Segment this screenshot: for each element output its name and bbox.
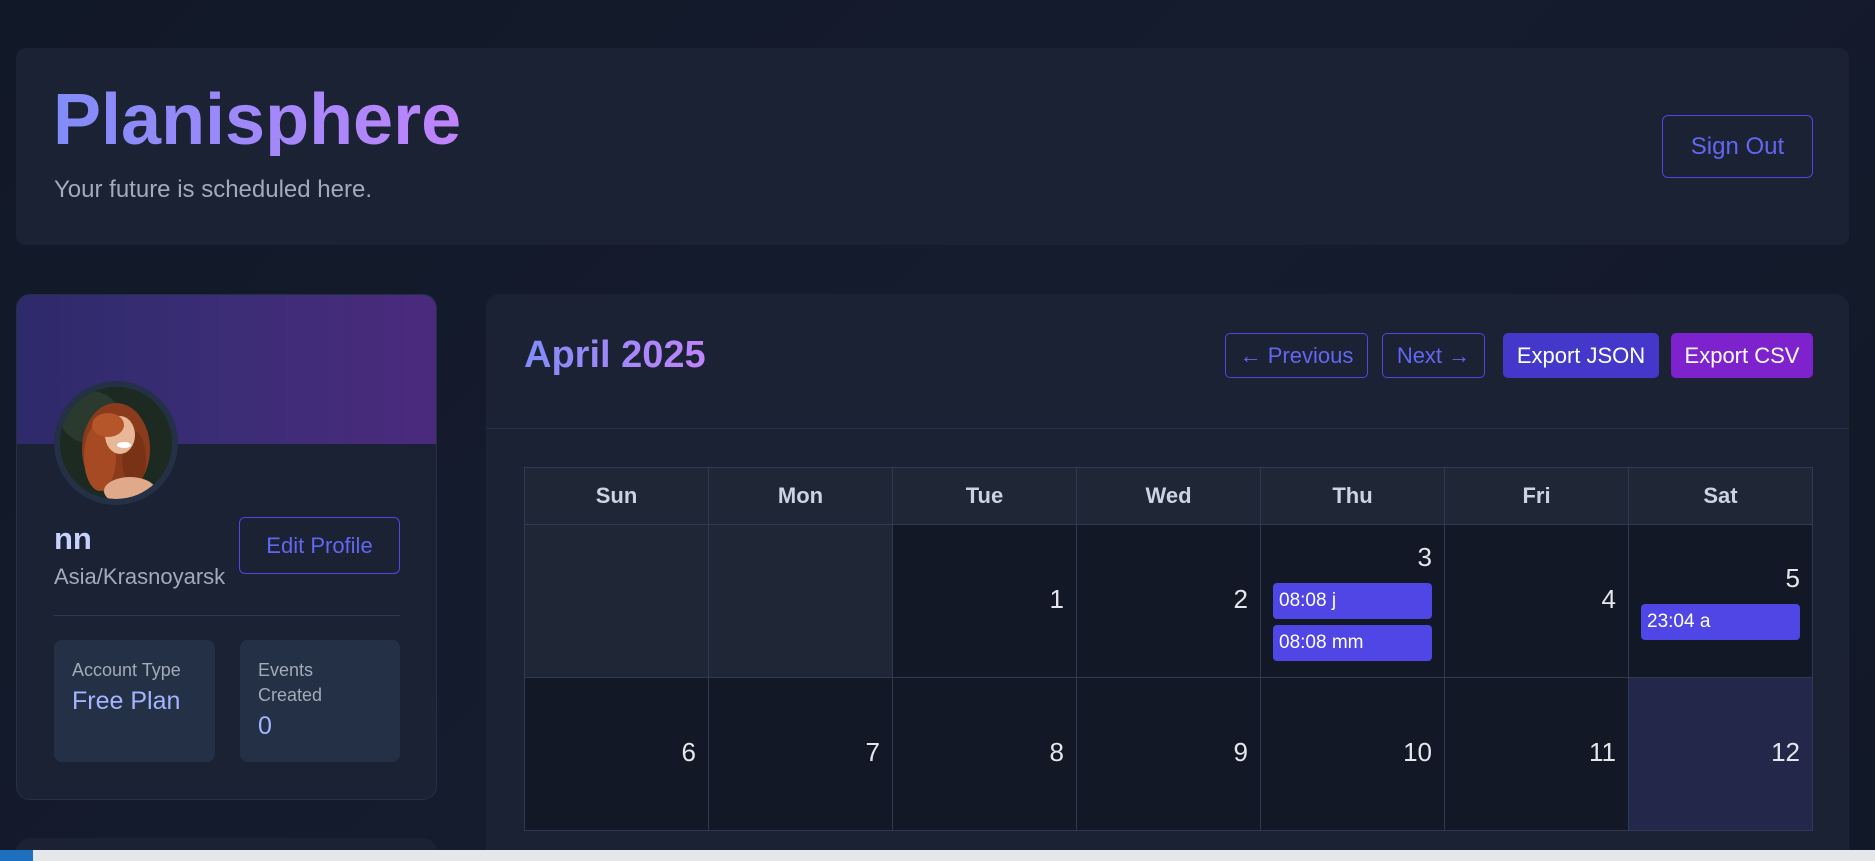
weekday-header-row: Sun Mon Tue Wed Thu Fri Sat <box>525 468 1813 525</box>
day-cell[interactable]: 1 <box>893 525 1077 678</box>
event-chip[interactable]: 08:08 j <box>1273 582 1432 619</box>
day-number: 1 <box>1049 583 1064 614</box>
divider <box>486 428 1849 429</box>
day-cell[interactable]: 11 <box>1445 678 1629 831</box>
day-cell[interactable]: 4 <box>1445 525 1629 678</box>
day-number: 7 <box>865 736 880 767</box>
profile-timezone: Asia/Krasnoyarsk <box>54 564 226 589</box>
avatar-photo-icon <box>60 387 172 499</box>
export-json-button[interactable]: Export JSON <box>1503 333 1659 378</box>
account-type-stat: Account Type Free Plan <box>54 640 215 762</box>
calendar-grid: Sun Mon Tue Wed Thu Fri Sat 1 2 3 08:08 … <box>524 467 1813 831</box>
weekday-header: Thu <box>1261 468 1445 525</box>
export-csv-button[interactable]: Export CSV <box>1671 333 1813 378</box>
today-day-cell[interactable]: 12 <box>1629 678 1813 831</box>
day-number: 5 <box>1785 562 1800 593</box>
day-number: 4 <box>1601 583 1616 614</box>
day-cell[interactable]: 2 <box>1077 525 1261 678</box>
events-created-stat: Events Created 0 <box>240 640 400 762</box>
app-title: Planisphere <box>53 80 462 160</box>
account-type-label: Account Type <box>72 660 181 680</box>
profile-name: nn <box>54 521 92 556</box>
weekday-header: Wed <box>1077 468 1261 525</box>
empty-day-cell <box>709 525 893 678</box>
edit-profile-button[interactable]: Edit Profile <box>239 517 400 574</box>
calendar-panel: April 2025 ← Previous Next → Export JSON… <box>486 294 1849 861</box>
day-cell[interactable]: 10 <box>1261 678 1445 831</box>
weekday-header: Sun <box>525 468 709 525</box>
week-row: 1 2 3 08:08 j 08:08 mm 4 5 23:04 a <box>525 525 1813 678</box>
taskbar-start-icon[interactable] <box>0 850 33 861</box>
divider <box>54 615 400 616</box>
day-cell[interactable]: 3 08:08 j 08:08 mm <box>1261 525 1445 678</box>
previous-month-button[interactable]: ← Previous <box>1225 333 1368 378</box>
weekday-header: Tue <box>893 468 1077 525</box>
sign-out-button[interactable]: Sign Out <box>1662 115 1813 178</box>
day-cell[interactable]: 5 23:04 a <box>1629 525 1813 678</box>
day-cell[interactable]: 6 <box>525 678 709 831</box>
taskbar <box>0 850 1875 861</box>
day-number: 9 <box>1233 736 1248 767</box>
day-number: 3 <box>1417 541 1432 572</box>
day-number: 12 <box>1771 736 1800 767</box>
day-number: 8 <box>1049 736 1064 767</box>
events-created-value: 0 <box>258 712 272 740</box>
day-number: 6 <box>681 736 696 767</box>
event-chip[interactable]: 08:08 mm <box>1273 624 1432 661</box>
events-created-label: Events Created <box>258 660 323 705</box>
day-cell[interactable]: 7 <box>709 678 893 831</box>
page: Planisphere Your future is scheduled her… <box>0 0 1875 861</box>
profile-card: nn Asia/Krasnoyarsk Edit Profile Account… <box>16 294 437 800</box>
day-number: 11 <box>1589 736 1616 767</box>
weekday-header: Sat <box>1629 468 1813 525</box>
weekday-header: Fri <box>1445 468 1629 525</box>
empty-day-cell <box>525 525 709 678</box>
app-subtitle: Your future is scheduled here. <box>54 176 372 203</box>
day-cell[interactable]: 8 <box>893 678 1077 831</box>
day-number: 2 <box>1233 583 1248 614</box>
next-month-button[interactable]: Next → <box>1382 333 1485 378</box>
day-number: 10 <box>1403 736 1432 767</box>
account-type-value: Free Plan <box>72 687 181 715</box>
weekday-header: Mon <box>709 468 893 525</box>
week-row: 6 7 8 9 10 11 12 <box>525 678 1813 831</box>
month-title: April 2025 <box>524 334 706 376</box>
event-chip[interactable]: 23:04 a <box>1641 603 1800 640</box>
app-header: Planisphere Your future is scheduled her… <box>16 48 1849 245</box>
avatar <box>54 381 178 505</box>
day-cell[interactable]: 9 <box>1077 678 1261 831</box>
